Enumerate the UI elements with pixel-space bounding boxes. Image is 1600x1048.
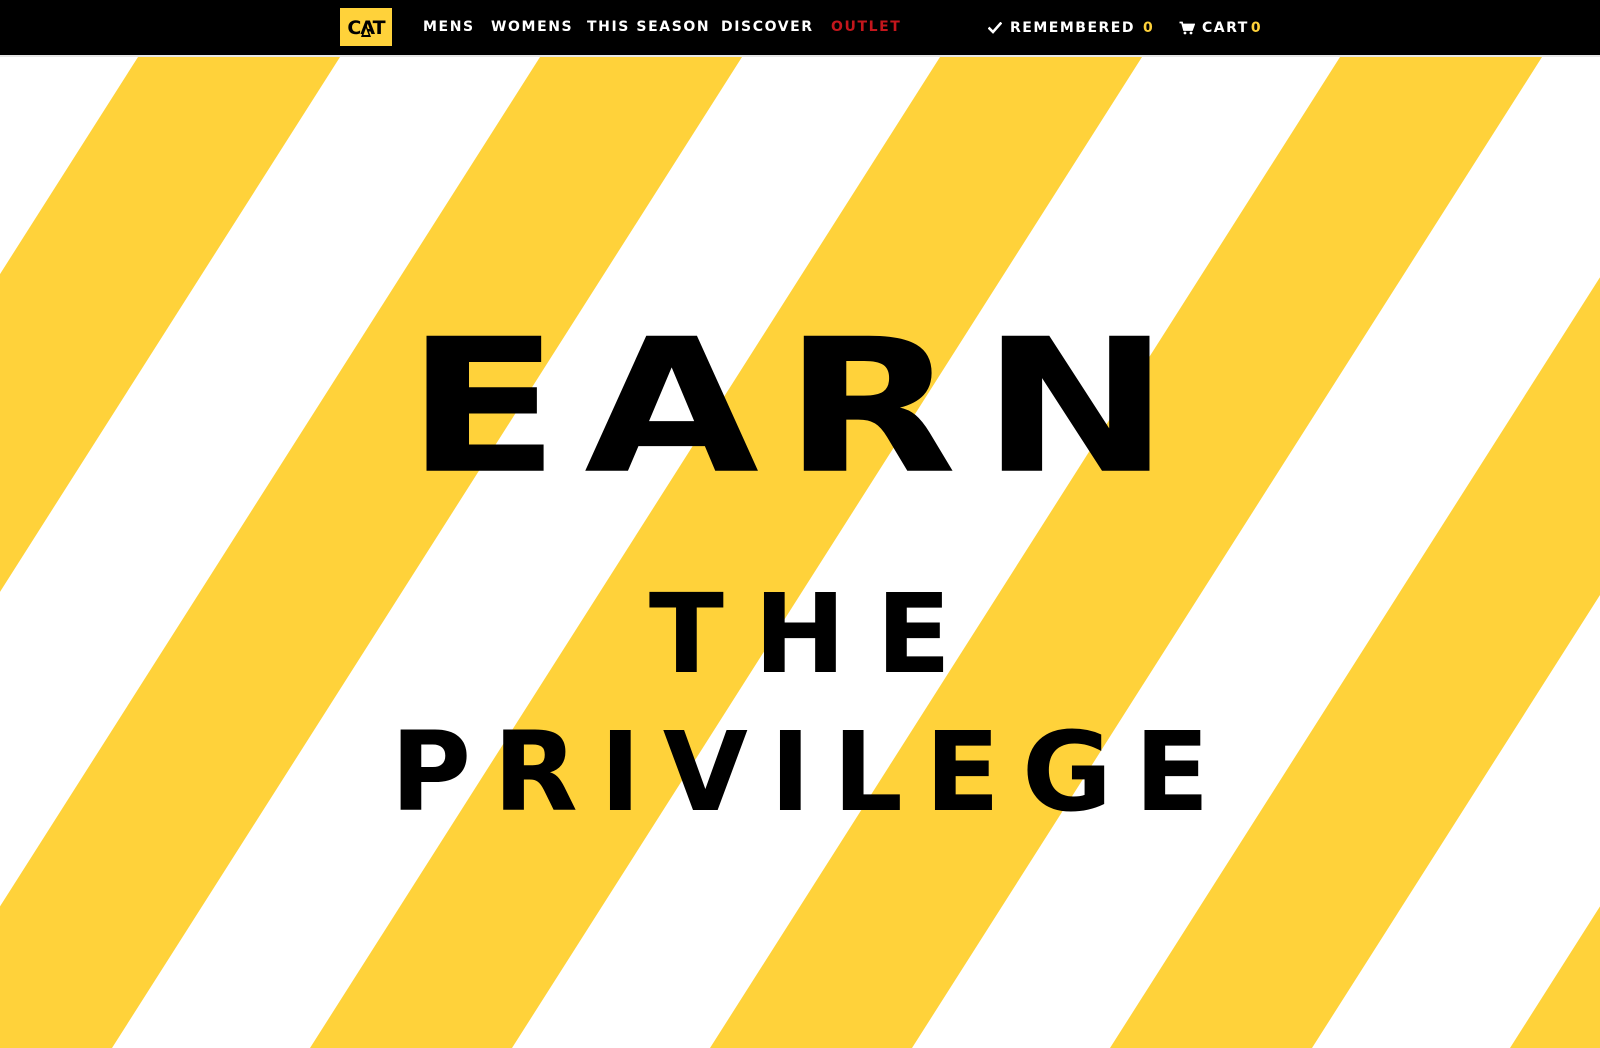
nav-item-womens[interactable]: WOMENS xyxy=(491,0,573,55)
nav-item-mens[interactable]: MENS xyxy=(423,0,475,55)
top-navigation-bar: CAT MENS WOMENS THIS SEASON DISCOVER OUT… xyxy=(0,0,1600,57)
headline-privilege: PRIVILEGE xyxy=(390,708,1232,836)
headline-the: THE xyxy=(648,570,982,698)
remembered-link[interactable]: REMEMBERED 0 xyxy=(988,0,1153,55)
remembered-count: 0 xyxy=(1142,19,1153,36)
page: CAT MENS WOMENS THIS SEASON DISCOVER OUT… xyxy=(0,0,1600,1048)
nav-item-this-season[interactable]: THIS SEASON xyxy=(587,0,710,55)
cart-link[interactable]: CART 0 xyxy=(1179,0,1261,55)
diagonal-stripes-background xyxy=(0,57,1600,1048)
nav-item-discover[interactable]: DISCOVER xyxy=(721,0,814,55)
cart-icon xyxy=(1179,21,1195,34)
headline-earn: EARN xyxy=(405,299,1195,516)
hero-banner[interactable]: EARN THE PRIVILEGE xyxy=(0,57,1600,1048)
cat-logo[interactable]: CAT xyxy=(340,8,392,46)
cat-logo-mark: CAT xyxy=(347,17,386,39)
check-icon xyxy=(988,21,1002,34)
cart-label: CART xyxy=(1202,19,1249,36)
cart-count: 0 xyxy=(1250,19,1261,36)
nav-item-outlet[interactable]: OUTLET xyxy=(831,0,901,55)
remembered-label: REMEMBERED xyxy=(1010,19,1135,36)
